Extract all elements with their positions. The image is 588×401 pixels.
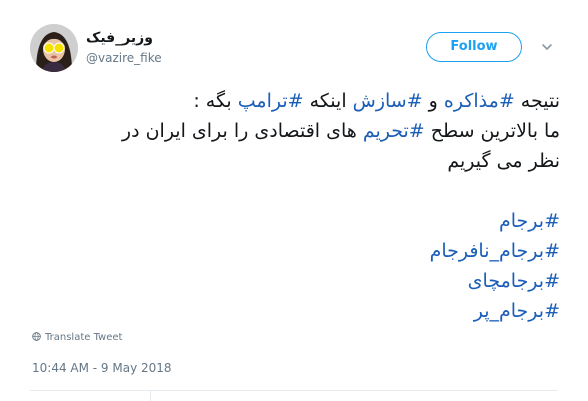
hashtag-link[interactable]: #برجام_نافرجام xyxy=(40,236,560,266)
hashtag-link[interactable]: #ترامپ xyxy=(238,90,304,112)
hashtag-link[interactable]: #برجامچای xyxy=(40,266,560,296)
hashtag-link[interactable]: #مذاکره xyxy=(444,90,515,112)
translate-tweet-link[interactable]: Translate Tweet xyxy=(32,332,122,343)
translate-label: Translate Tweet xyxy=(45,332,123,343)
follow-button[interactable]: Follow xyxy=(426,32,522,62)
divider xyxy=(150,391,151,401)
author-display-name[interactable]: وزیر_فیک xyxy=(86,30,153,46)
tweet-timestamp[interactable]: 10:44 AM - 9 May 2018 xyxy=(32,361,172,375)
hashtag-link[interactable]: #برجام xyxy=(40,206,560,236)
tweet-text: نتیجه #مذاکره و #سازش اینکه #ترامپ بگه :… xyxy=(40,86,560,326)
tweet-line-2: ما بالاترین سطح #تحریم های اقتصادی را بر… xyxy=(40,116,560,146)
hashtag-link[interactable]: #تحریم xyxy=(363,120,425,142)
text-segment: و xyxy=(422,90,444,112)
tweet-line-3: نظر می گیریم xyxy=(447,150,560,172)
avatar[interactable] xyxy=(30,24,78,72)
hashtag-link[interactable]: #سازش xyxy=(353,90,423,112)
tweet-card: وزیر_فیک @vazire_fike Follow نتیجه #مذاک… xyxy=(0,0,588,401)
author-handle[interactable]: @vazire_fike xyxy=(86,51,162,65)
globe-icon xyxy=(32,332,41,341)
avatar-image xyxy=(30,24,78,72)
divider xyxy=(30,390,558,391)
chevron-down-icon[interactable] xyxy=(540,40,554,54)
tweet-line-1: نتیجه #مذاکره و #سازش اینکه #ترامپ بگه : xyxy=(40,86,560,116)
text-segment: اینکه xyxy=(303,90,353,112)
text-segment: های اقتصادی را برای ایران در xyxy=(121,120,363,142)
text-segment: ما بالاترین سطح xyxy=(424,120,560,142)
text-segment: نتیجه xyxy=(514,90,560,112)
hashtag-link[interactable]: #برجام_پر xyxy=(40,296,560,326)
text-segment: بگه : xyxy=(193,90,238,112)
